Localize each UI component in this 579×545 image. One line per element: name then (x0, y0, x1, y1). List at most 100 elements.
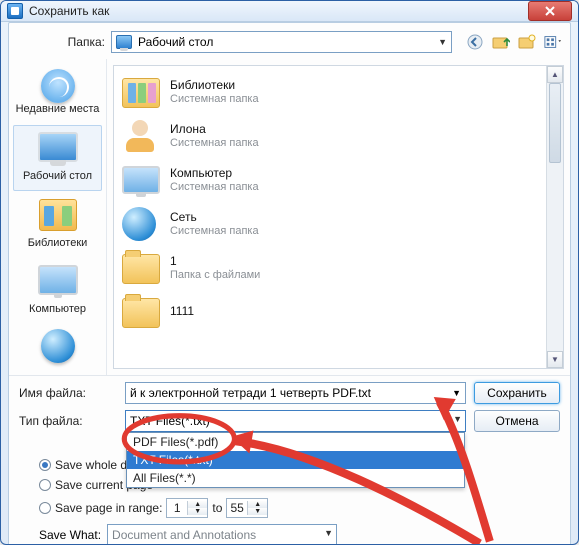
folder-up-icon (492, 34, 510, 50)
spin-down-icon[interactable]: ▼ (248, 508, 268, 515)
titlebar: Сохранить как (1, 1, 578, 22)
scroll-down-button[interactable]: ▼ (547, 351, 563, 368)
sidebar-item-label: Библиотеки (11, 237, 104, 249)
save-what-label: Save What: (39, 528, 101, 542)
range-to-value: 55 (227, 501, 247, 515)
chevron-down-icon: ▼ (453, 414, 462, 424)
filetype-label: Тип файла: (19, 414, 117, 428)
file-list-item[interactable]: СетьСистемная папка (120, 202, 545, 246)
chevron-down-icon: ▼ (324, 528, 333, 538)
radio-label: Save page in range: (55, 501, 162, 515)
places-sidebar: Недавние места Рабочий стол Библиотеки К… (9, 59, 107, 375)
sidebar-item-network[interactable] (9, 325, 106, 375)
computer-icon (38, 265, 78, 295)
file-item-sub: Системная папка (170, 137, 259, 150)
file-item-name: Сеть (170, 211, 259, 225)
scroll-up-button[interactable]: ▲ (547, 66, 563, 83)
sidebar-item-computer[interactable]: Компьютер (9, 259, 106, 323)
sidebar-item-desktop[interactable]: Рабочий стол (13, 125, 102, 191)
file-item-sub: Системная папка (170, 225, 259, 238)
save-as-dialog: Сохранить как Папка: Рабочий стол ▼ (0, 0, 579, 545)
spin-up-icon[interactable]: ▲ (188, 501, 208, 508)
lib-icon (122, 78, 160, 108)
back-button[interactable] (466, 33, 484, 51)
folder-combo[interactable]: Рабочий стол ▼ (111, 31, 452, 53)
file-item-name: Компьютер (170, 167, 259, 181)
file-item-name: Библиотеки (170, 79, 259, 93)
desktop-icon (116, 35, 132, 49)
file-item-sub: Системная папка (170, 181, 259, 194)
net-icon (122, 207, 156, 241)
radio-range[interactable] (39, 502, 51, 514)
app-icon (7, 3, 23, 19)
save-what-value: Document and Annotations (112, 528, 256, 542)
filetype-dropdown: PDF Files(*.pdf) TXT Files(*.txt) All Fi… (126, 432, 465, 488)
range-from-value: 1 (167, 501, 187, 515)
file-item-name: 1111 (170, 305, 194, 319)
recent-places-icon (41, 69, 75, 103)
filetype-option[interactable]: PDF Files(*.pdf) (127, 433, 464, 451)
sidebar-item-label: Рабочий стол (16, 170, 99, 182)
close-icon (545, 6, 555, 16)
chevron-down-icon: ▼ (438, 37, 447, 47)
scroll-thumb[interactable] (549, 83, 561, 163)
folder-combo-value: Рабочий стол (138, 35, 213, 49)
body-row: Недавние места Рабочий стол Библиотеки К… (9, 59, 570, 375)
save-button[interactable]: Сохранить (474, 382, 560, 404)
up-button[interactable] (492, 33, 510, 51)
view-icon (544, 34, 562, 50)
save-what-combo[interactable]: Document and Annotations ▼ (107, 524, 337, 545)
sidebar-item-libraries[interactable]: Библиотеки (9, 193, 106, 257)
folder-label: Папка: (17, 35, 105, 49)
save-what-row: Save What: Document and Annotations ▼ (19, 524, 560, 545)
radio-current[interactable] (39, 479, 51, 491)
filetype-option[interactable]: TXT Files(*.txt) (127, 451, 464, 469)
folder-icon (122, 298, 160, 328)
range-to-label: to (212, 501, 222, 515)
window-title: Сохранить как (29, 4, 528, 18)
file-item-sub: Папка с файлами (170, 269, 260, 282)
chevron-down-icon: ▼ (452, 388, 461, 398)
sidebar-item-label: Компьютер (11, 303, 104, 315)
view-menu-button[interactable] (544, 33, 562, 51)
filetype-combo[interactable]: TXT Files(*.txt) ▼ PDF Files(*.pdf) TXT … (125, 410, 466, 432)
filetype-option[interactable]: All Files(*.*) (127, 469, 464, 487)
comp-icon (122, 166, 160, 194)
close-button[interactable] (528, 1, 572, 21)
cancel-button[interactable]: Отмена (474, 410, 560, 432)
file-list-item[interactable]: 1111 (120, 290, 545, 334)
file-item-name: Илона (170, 123, 259, 137)
filetype-row: Тип файла: TXT Files(*.txt) ▼ PDF Files(… (19, 410, 560, 432)
filename-value: й к электронной тетради 1 четверть PDF.t… (130, 386, 371, 400)
sidebar-item-recent[interactable]: Недавние места (9, 65, 106, 123)
spin-up-icon[interactable]: ▲ (248, 501, 268, 508)
file-list-item[interactable]: 1Папка с файлами (120, 246, 545, 290)
file-list-item[interactable]: ИлонаСистемная папка (120, 114, 545, 158)
desktop-icon (38, 132, 78, 162)
new-folder-icon (518, 34, 536, 50)
range-to-spinner[interactable]: 55 ▲▼ (226, 498, 268, 518)
file-item-sub: Системная папка (170, 93, 259, 106)
back-icon (467, 34, 483, 50)
range-from-spinner[interactable]: 1 ▲▼ (166, 498, 208, 518)
network-icon (41, 329, 75, 363)
bottom-panel: Имя файла: й к электронной тетради 1 чет… (9, 375, 570, 545)
folder-toolbar (458, 33, 562, 51)
user-icon (122, 118, 158, 152)
scrollbar[interactable]: ▲ ▼ (546, 66, 563, 368)
filename-input[interactable]: й к электронной тетради 1 четверть PDF.t… (125, 382, 466, 404)
filename-row: Имя файла: й к электронной тетради 1 чет… (19, 382, 560, 404)
new-folder-button[interactable] (518, 33, 536, 51)
spin-down-icon[interactable]: ▼ (188, 508, 208, 515)
file-list[interactable]: БиблиотекиСистемная папкаИлонаСистемная … (113, 65, 564, 369)
file-list-item[interactable]: БиблиотекиСистемная папка (120, 70, 545, 114)
filetype-value: TXT Files(*.txt) (130, 414, 210, 428)
folder-row: Папка: Рабочий стол ▼ (9, 23, 570, 59)
file-item-name: 1 (170, 255, 260, 269)
file-list-item[interactable]: КомпьютерСистемная папка (120, 158, 545, 202)
client-area: Папка: Рабочий стол ▼ (8, 22, 571, 545)
sidebar-item-label: Недавние места (11, 103, 104, 115)
radio-whole[interactable] (39, 459, 51, 471)
folder-icon (122, 254, 160, 284)
libraries-icon (39, 199, 77, 231)
